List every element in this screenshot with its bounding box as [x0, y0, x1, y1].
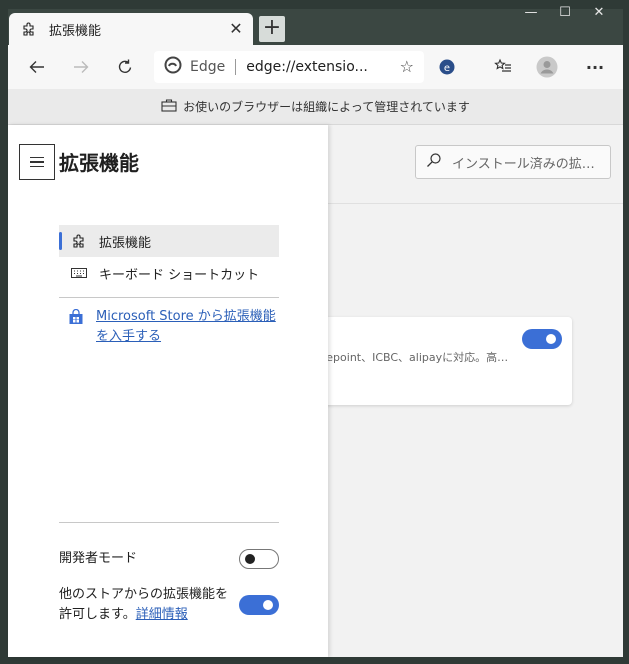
edge-logo-icon — [164, 56, 182, 78]
nav-divider — [59, 297, 279, 298]
menu-line — [30, 165, 44, 168]
star-icon[interactable]: ☆ — [400, 57, 414, 76]
nav-item-extensions[interactable]: 拡張機能 — [59, 225, 279, 257]
tab-extensions[interactable]: 拡張機能 ✕ — [9, 13, 253, 45]
site-label: Edge — [190, 59, 226, 75]
managed-notice-text: お使いのブラウザーは組織によって管理されています — [183, 100, 470, 114]
briefcase-icon — [161, 98, 177, 115]
url-text[interactable]: edge://extensio... — [246, 59, 368, 75]
new-tab-button[interactable]: + — [259, 16, 285, 42]
other-stores-label: 他のストアからの拡張機能を許可します。詳細情報 — [59, 585, 239, 625]
other-stores-toggle[interactable] — [239, 595, 279, 615]
address-separator — [235, 59, 237, 75]
tab-title: 拡張機能 — [49, 23, 102, 39]
minimize-button[interactable]: — — [517, 5, 545, 23]
store-bag-icon — [68, 308, 84, 347]
store-link-row: Microsoft Store から拡張機能を入手する — [68, 307, 280, 347]
menu-line — [30, 156, 44, 159]
back-icon[interactable] — [24, 54, 50, 80]
settings-divider — [59, 522, 279, 523]
microsoft-store-link[interactable]: Microsoft Store から拡張機能を入手する — [96, 307, 280, 347]
address-bar[interactable]: Edge edge://extensio... ☆ — [154, 51, 424, 83]
more-icon[interactable]: ··· — [582, 54, 608, 80]
main-divider — [328, 203, 623, 204]
nav-label: キーボード ショートカット — [99, 267, 260, 283]
content-area: インストール済みの拡… repoint、ICBC、alipayに対応。高… 拡張… — [8, 125, 623, 657]
side-nav: 拡張機能 キーボード ショートカット — [59, 225, 279, 289]
extension-card: repoint、ICBC、alipayに対応。高… — [308, 317, 572, 405]
browser-toolbar: Edge edge://extensio... ☆ e ··· — [8, 45, 623, 89]
search-placeholder: インストール済みの拡… — [452, 156, 595, 172]
browser-window: 拡張機能 ✕ + — ☐ ✕ Edge edge://extensio... ☆… — [0, 0, 629, 664]
managed-notice-bar: お使いのブラウザーは組織によって管理されています — [8, 89, 623, 125]
tab-close-icon[interactable]: ✕ — [227, 20, 245, 38]
developer-mode-toggle[interactable] — [239, 549, 279, 569]
puzzle-icon — [71, 233, 87, 249]
search-icon — [426, 152, 442, 172]
close-window-button[interactable]: ✕ — [585, 5, 613, 23]
extension-description: repoint、ICBC、alipayに対応。高… — [322, 351, 509, 364]
maximize-button[interactable]: ☐ — [551, 5, 579, 23]
svg-text:e: e — [444, 63, 450, 74]
menu-button[interactable] — [19, 144, 55, 180]
toggle-knob — [245, 554, 255, 564]
puzzle-icon — [21, 21, 37, 37]
nav-item-keyboard-shortcuts[interactable]: キーボード ショートカット — [59, 257, 279, 289]
extension-enable-toggle[interactable] — [522, 329, 562, 349]
side-panel: 拡張機能 拡張機能 キーボード ショートカット Microsoft Store … — [8, 125, 328, 657]
learn-more-link[interactable]: 詳細情報 — [136, 607, 188, 622]
keyboard-icon — [71, 267, 87, 279]
developer-mode-label: 開発者モード — [59, 551, 138, 566]
search-input[interactable]: インストール済みの拡… — [415, 145, 611, 179]
extension-icon[interactable]: e — [434, 54, 460, 80]
toggle-knob — [263, 600, 273, 610]
forward-icon[interactable] — [68, 54, 94, 80]
menu-line — [30, 161, 44, 163]
favorites-icon[interactable] — [490, 54, 516, 80]
nav-label: 拡張機能 — [99, 235, 152, 251]
refresh-icon[interactable] — [112, 54, 138, 80]
profile-icon[interactable] — [534, 54, 560, 80]
toggle-knob — [546, 334, 556, 344]
page-title: 拡張機能 — [59, 151, 139, 175]
